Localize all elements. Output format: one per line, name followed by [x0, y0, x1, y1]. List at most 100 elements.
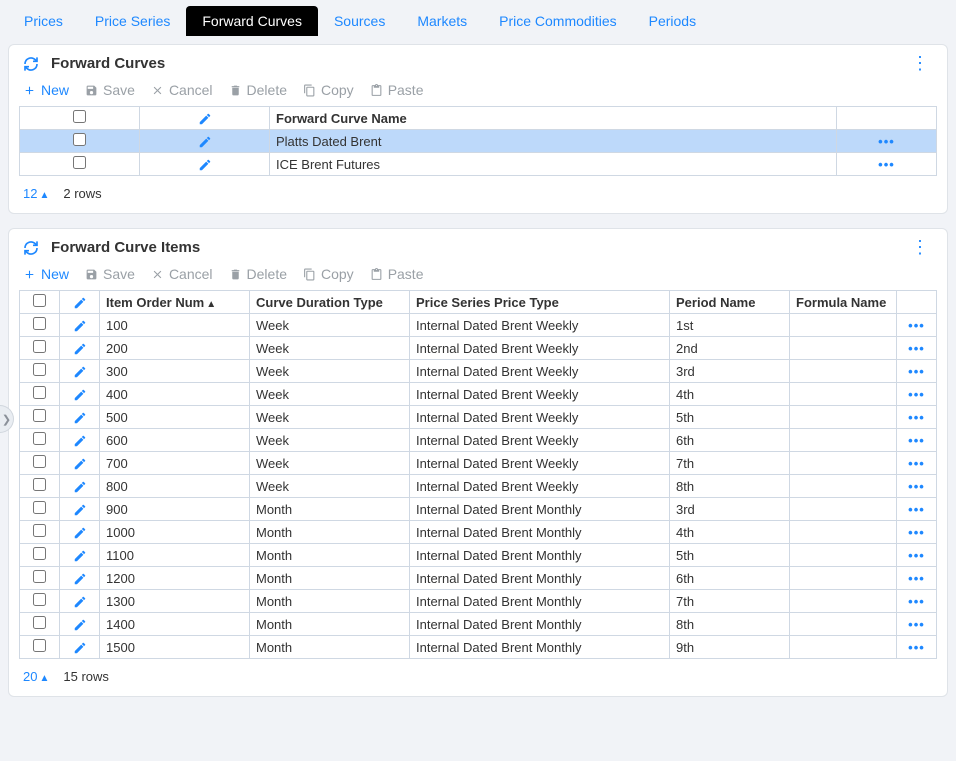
row-actions-icon[interactable]: ••• [878, 157, 895, 172]
row-actions-icon[interactable]: ••• [908, 364, 925, 379]
edit-row-icon[interactable] [73, 639, 87, 654]
table-row[interactable]: 900MonthInternal Dated Brent Monthly3rd•… [20, 498, 937, 521]
row-checkbox[interactable] [33, 340, 46, 353]
row-checkbox[interactable] [73, 156, 86, 169]
row-checkbox[interactable] [33, 593, 46, 606]
paste-button[interactable]: Paste [370, 266, 424, 282]
row-actions-icon[interactable]: ••• [908, 479, 925, 494]
edit-row-icon[interactable] [198, 133, 212, 148]
copy-button[interactable]: Copy [303, 266, 354, 282]
edit-row-icon[interactable] [73, 593, 87, 608]
tab-prices[interactable]: Prices [8, 6, 79, 36]
table-row[interactable]: 1200MonthInternal Dated Brent Monthly6th… [20, 567, 937, 590]
row-checkbox[interactable] [33, 363, 46, 376]
edit-row-icon[interactable] [73, 340, 87, 355]
table-row[interactable]: 1000MonthInternal Dated Brent Monthly4th… [20, 521, 937, 544]
row-actions-icon[interactable]: ••• [908, 502, 925, 517]
table-row[interactable]: 200WeekInternal Dated Brent Weekly2nd••• [20, 337, 937, 360]
edit-row-icon[interactable] [73, 317, 87, 332]
page-size-selector[interactable]: 12▲ [23, 186, 49, 201]
row-actions-icon[interactable]: ••• [908, 456, 925, 471]
table-row[interactable]: 100WeekInternal Dated Brent Weekly1st••• [20, 314, 937, 337]
col-header-order[interactable]: Item Order Num▲ [100, 291, 250, 314]
col-header-name[interactable]: Forward Curve Name [270, 107, 837, 130]
edit-row-icon[interactable] [73, 363, 87, 378]
col-header-period[interactable]: Period Name [670, 291, 790, 314]
table-row[interactable]: 1300MonthInternal Dated Brent Monthly7th… [20, 590, 937, 613]
table-row[interactable]: 800WeekInternal Dated Brent Weekly8th••• [20, 475, 937, 498]
edit-row-icon[interactable] [73, 455, 87, 470]
row-checkbox[interactable] [33, 455, 46, 468]
table-row[interactable]: 1400MonthInternal Dated Brent Monthly8th… [20, 613, 937, 636]
table-row[interactable]: 400WeekInternal Dated Brent Weekly4th••• [20, 383, 937, 406]
refresh-icon[interactable] [23, 55, 39, 72]
tab-price-commodities[interactable]: Price Commodities [483, 6, 632, 36]
edit-row-icon[interactable] [73, 409, 87, 424]
page-size-selector[interactable]: 20▲ [23, 669, 49, 684]
tab-periods[interactable]: Periods [633, 6, 712, 36]
row-checkbox[interactable] [33, 616, 46, 629]
tab-sources[interactable]: Sources [318, 6, 401, 36]
row-checkbox[interactable] [33, 639, 46, 652]
select-all-checkbox[interactable] [33, 294, 46, 307]
cancel-button[interactable]: Cancel [151, 82, 213, 98]
row-actions-icon[interactable]: ••• [908, 617, 925, 632]
edit-row-icon[interactable] [198, 156, 212, 171]
paste-button[interactable]: Paste [370, 82, 424, 98]
table-row[interactable]: 1100MonthInternal Dated Brent Monthly5th… [20, 544, 937, 567]
tab-markets[interactable]: Markets [401, 6, 483, 36]
row-actions-icon[interactable]: ••• [908, 341, 925, 356]
row-actions-icon[interactable]: ••• [908, 410, 925, 425]
edit-row-icon[interactable] [73, 570, 87, 585]
panel-menu-icon[interactable]: ⋮ [907, 237, 933, 258]
row-actions-icon[interactable]: ••• [908, 640, 925, 655]
row-actions-icon[interactable]: ••• [878, 134, 895, 149]
new-button[interactable]: New [23, 266, 69, 282]
edit-row-icon[interactable] [73, 501, 87, 516]
table-row[interactable]: 1500MonthInternal Dated Brent Monthly9th… [20, 636, 937, 659]
save-button[interactable]: Save [85, 266, 135, 282]
delete-button[interactable]: Delete [229, 82, 287, 98]
table-row[interactable]: 500WeekInternal Dated Brent Weekly5th••• [20, 406, 937, 429]
tab-price-series[interactable]: Price Series [79, 6, 186, 36]
table-row[interactable]: Platts Dated Brent••• [20, 130, 937, 153]
copy-button[interactable]: Copy [303, 82, 354, 98]
col-header-formula[interactable]: Formula Name [790, 291, 897, 314]
row-actions-icon[interactable]: ••• [908, 387, 925, 402]
edit-row-icon[interactable] [73, 478, 87, 493]
row-actions-icon[interactable]: ••• [908, 318, 925, 333]
row-checkbox[interactable] [33, 478, 46, 491]
table-row[interactable]: 600WeekInternal Dated Brent Weekly6th••• [20, 429, 937, 452]
row-actions-icon[interactable]: ••• [908, 548, 925, 563]
edit-row-icon[interactable] [73, 432, 87, 447]
row-actions-icon[interactable]: ••• [908, 525, 925, 540]
row-checkbox[interactable] [33, 432, 46, 445]
edit-row-icon[interactable] [73, 386, 87, 401]
new-button[interactable]: New [23, 82, 69, 98]
row-checkbox[interactable] [33, 386, 46, 399]
edit-row-icon[interactable] [73, 616, 87, 631]
cancel-button[interactable]: Cancel [151, 266, 213, 282]
table-row[interactable]: ICE Brent Futures••• [20, 153, 937, 176]
refresh-icon[interactable] [23, 239, 39, 256]
col-header-series[interactable]: Price Series Price Type [410, 291, 670, 314]
select-all-checkbox[interactable] [73, 110, 86, 123]
table-row[interactable]: 700WeekInternal Dated Brent Weekly7th••• [20, 452, 937, 475]
row-checkbox[interactable] [73, 133, 86, 146]
row-checkbox[interactable] [33, 547, 46, 560]
row-actions-icon[interactable]: ••• [908, 433, 925, 448]
table-row[interactable]: 300WeekInternal Dated Brent Weekly3rd••• [20, 360, 937, 383]
row-checkbox[interactable] [33, 317, 46, 330]
row-checkbox[interactable] [33, 524, 46, 537]
panel-menu-icon[interactable]: ⋮ [907, 53, 933, 74]
row-checkbox[interactable] [33, 501, 46, 514]
row-actions-icon[interactable]: ••• [908, 571, 925, 586]
col-header-duration[interactable]: Curve Duration Type [250, 291, 410, 314]
tab-forward-curves[interactable]: Forward Curves [186, 6, 318, 36]
edit-row-icon[interactable] [73, 524, 87, 539]
edit-row-icon[interactable] [73, 547, 87, 562]
row-checkbox[interactable] [33, 409, 46, 422]
row-actions-icon[interactable]: ••• [908, 594, 925, 609]
save-button[interactable]: Save [85, 82, 135, 98]
delete-button[interactable]: Delete [229, 266, 287, 282]
